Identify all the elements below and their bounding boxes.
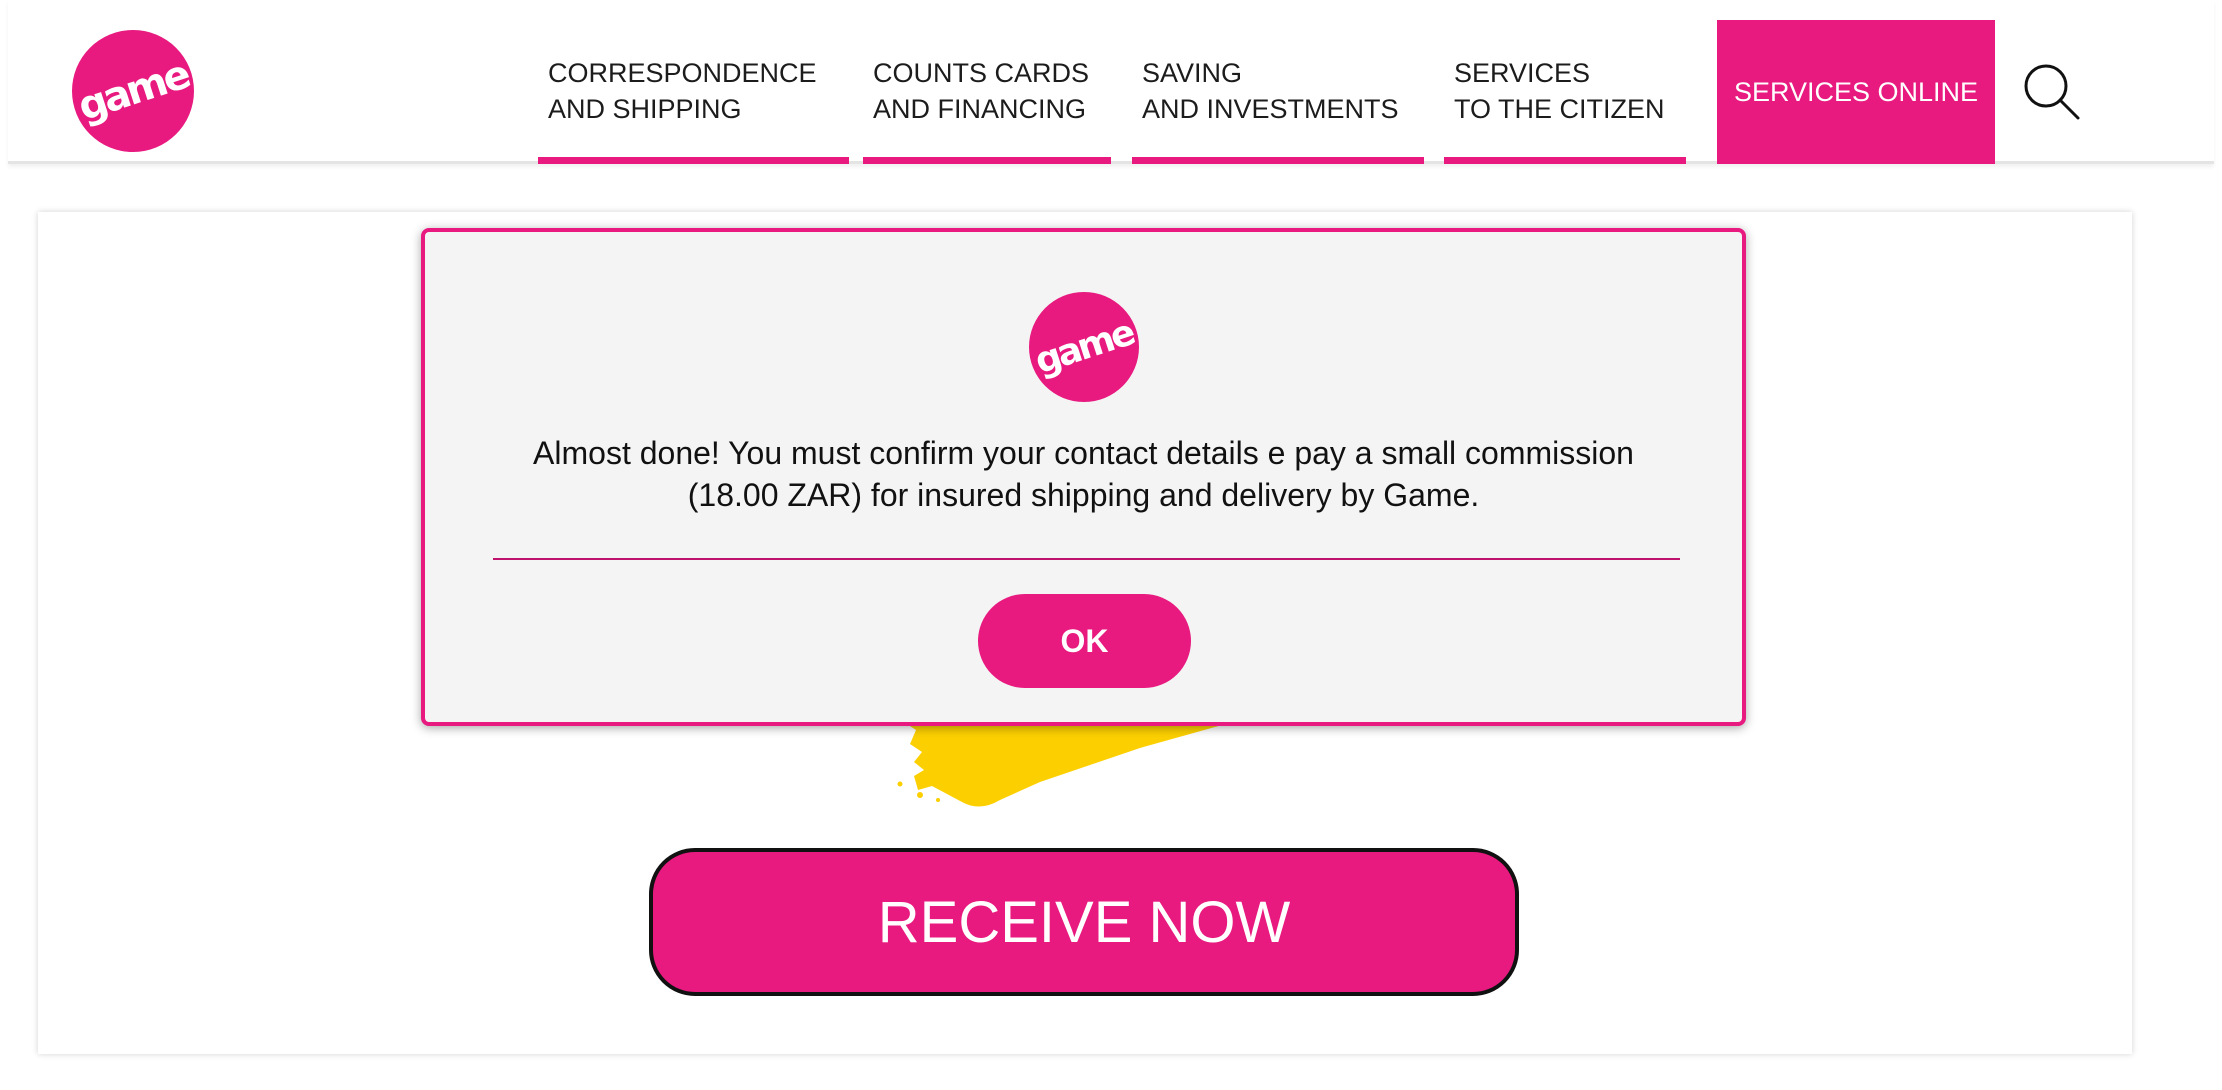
receive-now-button[interactable]: RECEIVE NOW [649, 848, 1519, 996]
nav-item-services-online[interactable]: SERVICES ONLINE [1717, 20, 1995, 164]
nav-item-saving[interactable]: SAVING AND INVESTMENTS [1132, 0, 1424, 164]
confirmation-modal: game Almost done! You must confirm your … [421, 228, 1746, 726]
nav-underline [863, 157, 1111, 164]
nav-underline [1132, 157, 1424, 164]
logo-text: game [1030, 312, 1138, 382]
ok-button[interactable]: OK [978, 594, 1191, 688]
nav-item-correspondence[interactable]: CORRESPONDENCE AND SHIPPING [538, 0, 849, 164]
nav-underline [1444, 157, 1686, 164]
nav-item-label: SERVICES TO THE CITIZEN [1454, 58, 1665, 124]
modal-divider [493, 558, 1680, 560]
receive-now-label: RECEIVE NOW [877, 889, 1291, 955]
logo-text: game [72, 51, 194, 131]
site-header: game CORRESPONDENCE AND SHIPPING COUNTS … [8, 0, 2214, 164]
ok-label: OK [1060, 622, 1109, 659]
nav-item-label: SAVING AND INVESTMENTS [1142, 58, 1399, 124]
search-icon[interactable] [2020, 60, 2084, 124]
nav-online-label: SERVICES ONLINE [1733, 76, 1979, 107]
modal-logo: game [1029, 292, 1139, 402]
nav-item-services-citizen[interactable]: SERVICES TO THE CITIZEN [1444, 0, 1686, 164]
nav-item-cards[interactable]: COUNTS CARDS AND FINANCING [863, 0, 1111, 164]
nav-underline [538, 157, 849, 164]
modal-message: Almost done! You must confirm your conta… [533, 435, 1634, 513]
nav-item-label: COUNTS CARDS AND FINANCING [873, 58, 1090, 124]
brand-logo[interactable]: game [72, 30, 194, 152]
nav-item-label: CORRESPONDENCE AND SHIPPING [548, 58, 817, 124]
